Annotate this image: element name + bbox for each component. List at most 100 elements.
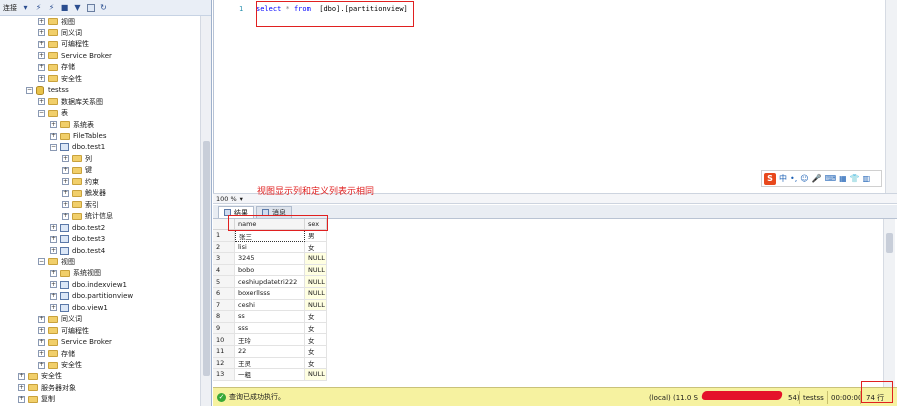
zoom-dropdown-icon[interactable]: ▾ — [240, 195, 243, 203]
table-row[interactable]: 13 一粗 NULL — [213, 369, 327, 381]
cell-name[interactable]: 王灵 — [235, 357, 305, 370]
results-grid[interactable]: name sex 1 张三男 2 lisi 女 3 3245 NULL 4 bobo NULL 5 ce… — [213, 219, 883, 387]
tree-node[interactable]: + 约束 — [62, 176, 99, 187]
expand-icon[interactable]: + — [62, 189, 69, 197]
expand-icon[interactable]: + — [38, 75, 45, 83]
connect-icon[interactable]: ⚡ — [34, 2, 43, 13]
zoom-level[interactable]: 100 % — [216, 195, 237, 203]
expand-icon[interactable]: + — [38, 52, 45, 60]
tree-node[interactable]: + dbo.partitionview — [50, 291, 133, 302]
collapse-icon[interactable]: − — [38, 258, 45, 266]
expand-icon[interactable]: + — [38, 40, 45, 48]
row-number[interactable]: 2 — [213, 241, 235, 254]
table-row[interactable]: 4 bobo NULL — [213, 264, 327, 277]
tree-node[interactable]: − dbo.test1 — [50, 142, 105, 153]
expand-icon[interactable]: + — [50, 281, 57, 289]
cell-name[interactable]: sss — [235, 322, 305, 335]
tree-node[interactable]: + 存储 — [38, 62, 75, 73]
row-number[interactable]: 12 — [213, 357, 235, 370]
stop-icon[interactable]: ■ — [60, 2, 69, 13]
editor-scrollbar[interactable] — [885, 0, 897, 193]
expand-icon[interactable]: + — [50, 121, 57, 129]
refresh-icon[interactable] — [86, 2, 95, 13]
row-number[interactable]: 5 — [213, 276, 235, 288]
expand-icon[interactable]: + — [38, 338, 45, 346]
expand-icon[interactable]: + — [38, 315, 45, 323]
table-row[interactable]: 2 lisi 女 — [213, 241, 327, 254]
cell-name[interactable]: 3245 — [235, 253, 305, 265]
tree-node[interactable]: + dbo.test4 — [50, 245, 105, 256]
activity-monitor-icon[interactable]: ↻ — [99, 2, 108, 13]
cell-sex[interactable]: 女 — [305, 346, 327, 358]
expand-icon[interactable]: + — [18, 384, 25, 392]
row-number[interactable]: 10 — [213, 334, 235, 346]
tree-node[interactable]: + 存储 — [38, 348, 75, 359]
table-row[interactable]: 9 sss 女 — [213, 322, 327, 335]
expand-icon[interactable]: + — [38, 327, 45, 335]
tree-node[interactable]: + 视图 — [38, 16, 75, 27]
expand-icon[interactable]: + — [38, 29, 45, 37]
expand-icon[interactable]: + — [62, 166, 69, 174]
tree-node[interactable]: + 系统表 — [50, 119, 94, 130]
tree-node[interactable]: + dbo.test3 — [50, 234, 105, 245]
tree-node[interactable]: + 键 — [62, 165, 92, 176]
row-number[interactable]: 3 — [213, 253, 235, 265]
cell-name[interactable]: 一粗 — [235, 369, 305, 381]
table-row[interactable]: 10 王玲女 — [213, 334, 327, 346]
cell-sex[interactable]: 男 — [305, 230, 327, 242]
expand-icon[interactable]: + — [62, 178, 69, 186]
cell-name[interactable]: 22 — [235, 346, 305, 358]
cell-sex[interactable]: 女 — [305, 357, 327, 370]
table-row[interactable]: 12 王灵女 — [213, 357, 327, 370]
row-number[interactable]: 4 — [213, 264, 235, 277]
tree-node[interactable]: + dbo.test2 — [50, 222, 105, 233]
tree-node[interactable]: + Service Broker — [38, 337, 112, 348]
skin-icon[interactable]: 👕 — [850, 174, 860, 183]
tree-node[interactable]: + 安全性 — [38, 73, 82, 84]
expand-icon[interactable]: + — [50, 269, 57, 277]
connect-dropdown-icon[interactable]: ▾ — [21, 2, 30, 13]
row-number[interactable]: 7 — [213, 299, 235, 312]
collapse-icon[interactable]: − — [26, 86, 33, 94]
cell-name[interactable]: lisi — [235, 241, 305, 254]
grid-scrollbar[interactable] — [883, 219, 895, 387]
tree-node[interactable]: + 统计信息 — [62, 211, 113, 222]
sogou-logo-icon[interactable]: S — [764, 172, 776, 185]
ime-punctuation[interactable]: •, — [790, 174, 797, 183]
tree-node[interactable]: + 可编程性 — [38, 39, 89, 50]
expand-icon[interactable]: + — [38, 361, 45, 369]
cell-name[interactable]: boxerllsss — [235, 288, 305, 300]
query-editor[interactable]: 1 select * from [dbo].[partitionview] — [213, 0, 897, 193]
table-row[interactable]: 1 张三男 — [213, 230, 327, 242]
row-number[interactable]: 13 — [213, 369, 235, 381]
cell-sex[interactable]: 女 — [305, 311, 327, 323]
cell-sex[interactable]: NULL — [305, 369, 327, 381]
cell-sex[interactable]: NULL — [305, 253, 327, 265]
row-number[interactable]: 11 — [213, 346, 235, 358]
ime-toolbar[interactable]: S 中 •, ☺ 🎤 ⌨ ▦ 👕 ▥ — [761, 170, 882, 187]
expand-icon[interactable]: + — [38, 18, 45, 25]
menu-icon[interactable]: ▥ — [863, 174, 871, 183]
expand-icon[interactable]: + — [18, 395, 25, 403]
expand-icon[interactable]: + — [38, 98, 45, 106]
expand-icon[interactable]: + — [50, 247, 57, 254]
expand-icon[interactable]: + — [62, 212, 69, 220]
grid-scrollbar-thumb[interactable] — [886, 233, 893, 253]
cell-sex[interactable]: NULL — [305, 264, 327, 277]
table-row[interactable]: 6 boxerllsss NULL — [213, 288, 327, 300]
expand-icon[interactable]: + — [62, 201, 69, 209]
cell-name[interactable]: 王玲 — [235, 334, 305, 346]
table-row[interactable]: 11 22 女 — [213, 346, 327, 358]
table-row[interactable]: 8 ss 女 — [213, 311, 327, 323]
row-number[interactable]: 8 — [213, 311, 235, 323]
tree-node[interactable]: + FileTables — [50, 131, 106, 142]
tree-node[interactable]: + 同义词 — [38, 314, 82, 325]
tree-node[interactable]: + 可编程性 — [38, 325, 89, 336]
cell-sex[interactable]: NULL — [305, 276, 327, 288]
cell-name[interactable]: bobo — [235, 264, 305, 277]
cell-name[interactable]: 张三 — [235, 230, 305, 242]
cell-sex[interactable]: 女 — [305, 334, 327, 346]
tree-node[interactable]: + dbo.indexview1 — [50, 279, 127, 290]
keyboard-icon[interactable]: ⌨ — [825, 174, 837, 183]
table-row[interactable]: 5 ceshiupdatetri222 NULL — [213, 276, 327, 288]
